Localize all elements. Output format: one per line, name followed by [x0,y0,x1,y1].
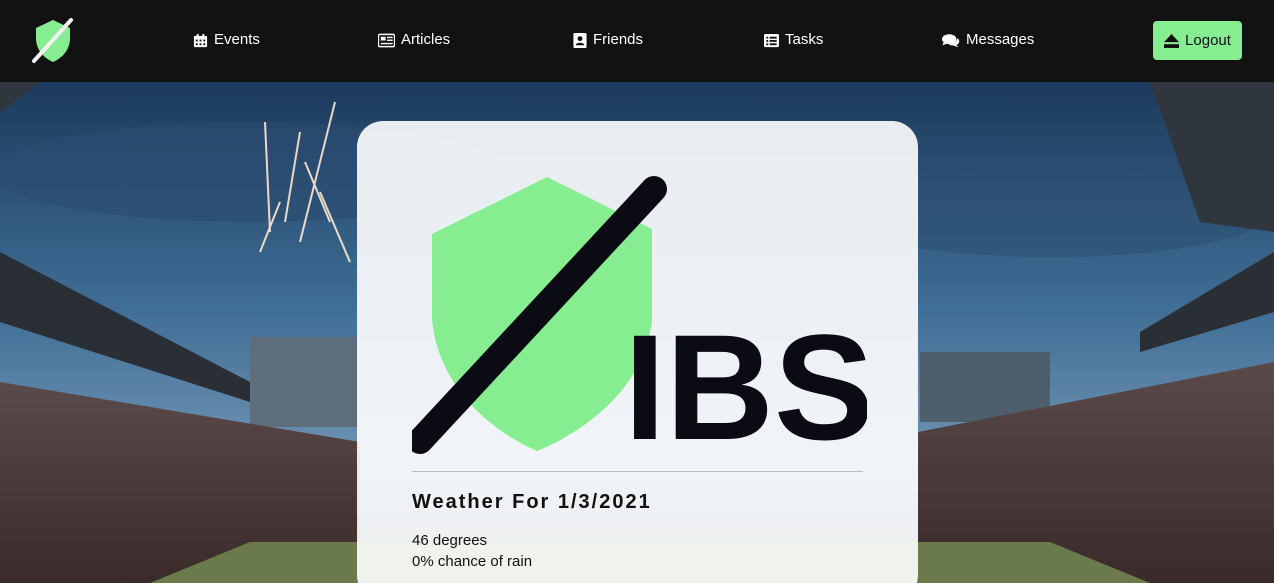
nav-articles-label: Articles [401,31,451,48]
calendar-icon [193,33,208,47]
comments-icon [942,33,960,47]
list-icon [764,33,779,47]
address-book-icon [573,32,587,48]
top-navbar: Events Articles Friends Tasks Messages L… [0,0,1274,82]
weather-temperature: 46 degrees [412,532,488,549]
weather-rain-chance: 0% chance of rain [412,553,533,570]
eject-icon [1164,33,1180,48]
logout-label: Logout [1185,32,1231,49]
ibs-logo-text: IBS [624,303,867,459]
nav-friends-link[interactable]: Friends [573,30,643,50]
logout-button[interactable]: Logout [1153,21,1242,60]
nav-tasks-label: Tasks [785,31,824,48]
nav-friends-label: Friends [593,31,644,48]
card-divider [412,471,863,472]
newspaper-icon [378,33,395,47]
nav-tasks-link[interactable]: Tasks [764,30,823,50]
nav-events-link[interactable]: Events [193,30,260,50]
nav-articles-link[interactable]: Articles [378,30,450,50]
nav-messages-label: Messages [966,31,1035,48]
ibs-logo-icon: IBS [412,176,867,459]
ibs-logo-icon[interactable] [30,16,76,64]
weather-title: Weather For 1/3/2021 [412,491,652,513]
nav-events-label: Events [214,31,260,48]
nav-messages-link[interactable]: Messages [942,30,1034,50]
weather-card: IBS Weather For 1/3/2021 46 degrees 0% c… [357,121,918,583]
